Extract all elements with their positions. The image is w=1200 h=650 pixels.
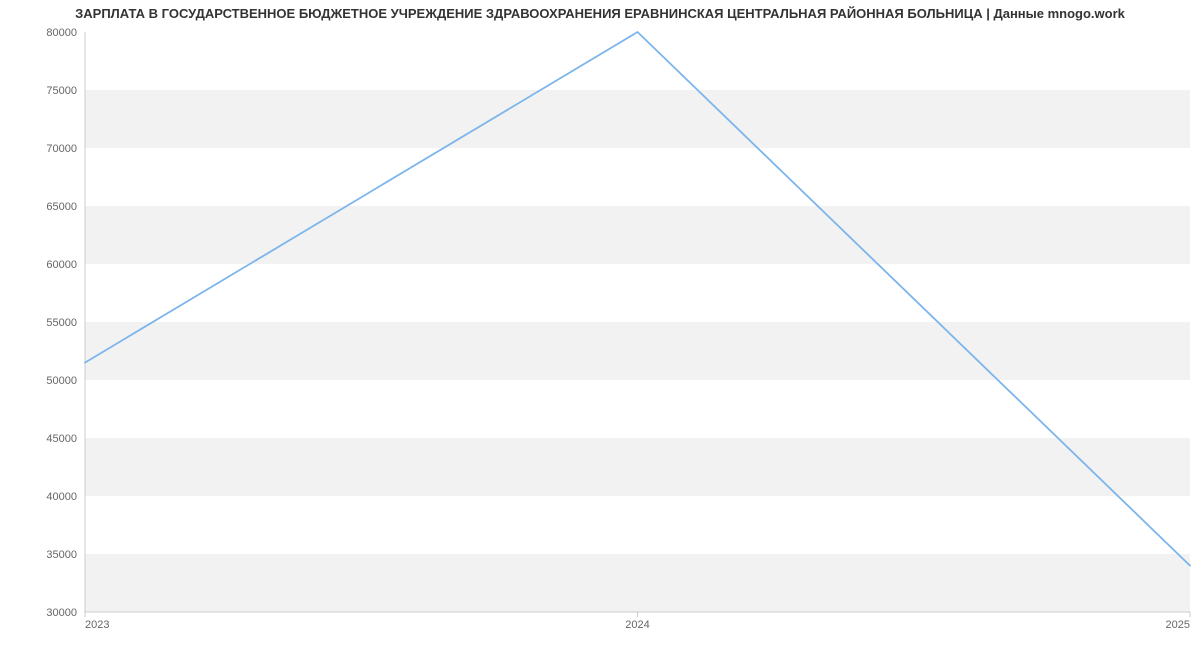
x-tick-label: 2023 — [85, 619, 109, 631]
grid-band — [85, 322, 1190, 380]
grid-band — [85, 438, 1190, 496]
y-tick-label: 35000 — [46, 549, 77, 561]
y-tick-label: 45000 — [46, 433, 77, 445]
grid-band — [85, 90, 1190, 148]
grid-band — [85, 206, 1190, 264]
y-tick-label: 75000 — [46, 85, 77, 97]
y-tick-label: 50000 — [46, 375, 77, 387]
x-tick-label: 2025 — [1166, 619, 1190, 631]
x-tick-label: 2024 — [625, 619, 649, 631]
y-tick-label: 80000 — [46, 27, 77, 39]
line-chart: 30000 35000 40000 45000 50000 55000 60000 65000… — [0, 22, 1200, 642]
grid-band — [85, 554, 1190, 612]
y-tick-label: 70000 — [46, 143, 77, 155]
chart-title: ЗАРПЛАТА В ГОСУДАРСТВЕННОЕ БЮДЖЕТНОЕ УЧР… — [0, 0, 1200, 21]
chart-container: 30000 35000 40000 45000 50000 55000 60000 65000… — [0, 22, 1200, 642]
y-tick-label: 65000 — [46, 201, 77, 213]
y-tick-label: 30000 — [46, 607, 77, 619]
y-tick-label: 55000 — [46, 317, 77, 329]
y-tick-label: 60000 — [46, 259, 77, 271]
y-tick-label: 40000 — [46, 491, 77, 503]
